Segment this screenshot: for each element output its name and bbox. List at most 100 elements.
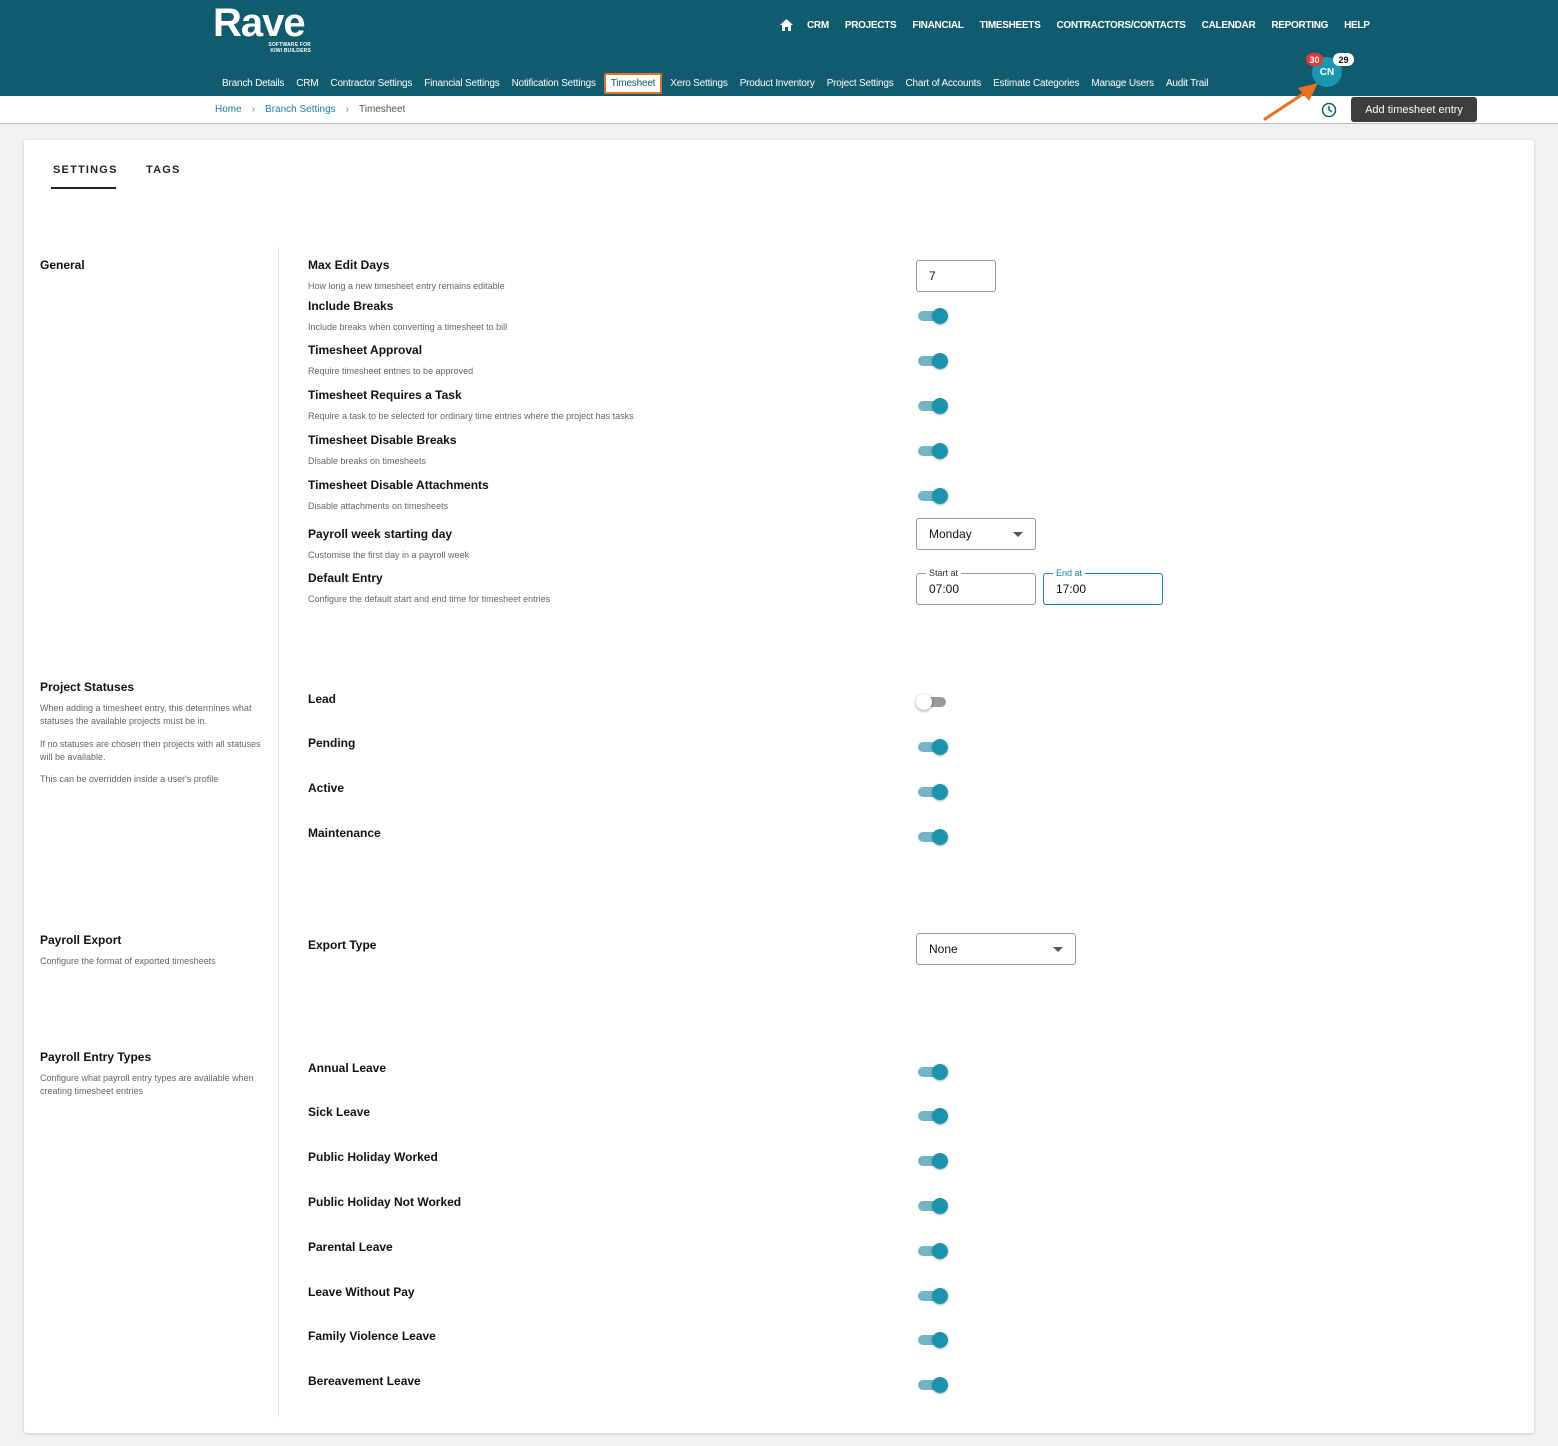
entry-bereavement-leave-toggle[interactable] xyxy=(918,1375,948,1395)
default-end-value: 17:00 xyxy=(1056,582,1087,596)
requires-task-label: Timesheet Requires a Task xyxy=(308,388,462,402)
payroll-export-desc: Configure the format of exported timeshe… xyxy=(40,956,216,966)
subnav-branch-details[interactable]: Branch Details xyxy=(216,78,290,89)
disable-breaks-desc: Disable breaks on timesheets xyxy=(308,456,427,466)
breadcrumb-separator: › xyxy=(345,104,349,115)
entry-annual-leave-toggle[interactable] xyxy=(918,1062,948,1082)
payroll-week-label: Payroll week starting day xyxy=(308,527,453,541)
entry-public-holiday-worked-label: Public Holiday Worked xyxy=(308,1150,438,1164)
export-type-label: Export Type xyxy=(308,938,377,952)
status-maintenance-label: Maintenance xyxy=(308,826,381,840)
status-lead-toggle[interactable] xyxy=(916,692,948,712)
settings-sub-nav: Branch Details CRM Contractor Settings F… xyxy=(216,72,1214,94)
logo-tagline-2: KIWI BUILDERS xyxy=(270,48,311,54)
max-edit-days-label: Max Edit Days xyxy=(308,258,390,272)
nav-projects[interactable]: PROJECTS xyxy=(845,20,897,31)
default-entry-label: Default Entry xyxy=(308,571,383,585)
breadcrumb: Home › Branch Settings › Timesheet xyxy=(215,104,405,115)
section-divider xyxy=(278,247,279,1417)
subnav-product-inventory[interactable]: Product Inventory xyxy=(734,78,821,89)
status-active-label: Active xyxy=(308,781,345,795)
section-title-payroll-export: Payroll Export xyxy=(40,933,122,947)
notification-badge-red[interactable]: 30 xyxy=(1306,53,1323,66)
subnav-financial-settings[interactable]: Financial Settings xyxy=(418,78,505,89)
subnav-xero-settings[interactable]: Xero Settings xyxy=(664,78,733,89)
subnav-notification-settings[interactable]: Notification Settings xyxy=(506,78,602,89)
subnav-project-settings[interactable]: Project Settings xyxy=(821,78,900,89)
max-edit-days-input[interactable]: 7 xyxy=(916,260,996,292)
top-header: Rave SOFTWARE FOR KIWI BUILDERS CRM PROJ… xyxy=(0,0,1558,96)
tab-settings[interactable]: SETTINGS xyxy=(53,164,118,176)
annotation-arrow-icon xyxy=(1263,83,1318,121)
subnav-timesheet[interactable]: Timesheet xyxy=(603,72,663,94)
default-start-value: 07:00 xyxy=(929,582,960,596)
section-title-general: General xyxy=(40,258,85,272)
subnav-crm[interactable]: CRM xyxy=(290,78,324,89)
subnav-chart-of-accounts[interactable]: Chart of Accounts xyxy=(900,78,988,89)
rave-logo[interactable]: Rave SOFTWARE FOR KIWI BUILDERS xyxy=(213,1,311,54)
breadcrumb-branch-settings[interactable]: Branch Settings xyxy=(265,104,336,115)
requires-task-toggle[interactable] xyxy=(918,396,948,416)
subnav-audit-trail[interactable]: Audit Trail xyxy=(1160,78,1214,89)
requires-task-desc: Require a task to be selected for ordina… xyxy=(308,411,634,421)
breadcrumb-separator: › xyxy=(251,104,256,115)
payroll-week-value: Monday xyxy=(929,527,972,541)
breadcrumb-current: Timesheet xyxy=(358,104,406,115)
include-breaks-desc: Include breaks when converting a timeshe… xyxy=(308,322,508,332)
home-icon[interactable] xyxy=(780,19,793,31)
include-breaks-toggle[interactable] xyxy=(918,306,948,326)
settings-card: SETTINGS TAGS General Max Edit Days How … xyxy=(24,140,1534,1433)
section-title-payroll-entry-types: Payroll Entry Types xyxy=(40,1050,152,1064)
status-active-toggle[interactable] xyxy=(918,782,948,802)
nav-timesheets[interactable]: TIMESHEETS xyxy=(980,20,1041,31)
project-statuses-desc-3: This can be overridden inside a user's p… xyxy=(40,774,219,784)
timesheet-approval-toggle[interactable] xyxy=(918,351,948,371)
entry-public-holiday-not-worked-label: Public Holiday Not Worked xyxy=(308,1195,462,1209)
nav-financial[interactable]: FINANCIAL xyxy=(912,20,963,31)
entry-family-violence-leave-label: Family Violence Leave xyxy=(308,1329,436,1343)
disable-attachments-toggle[interactable] xyxy=(918,486,948,506)
nav-calendar[interactable]: CALENDAR xyxy=(1202,20,1256,31)
subnav-contractor-settings[interactable]: Contractor Settings xyxy=(324,78,418,89)
subnav-estimate-categories[interactable]: Estimate Categories xyxy=(987,78,1085,89)
disable-attachments-desc: Disable attachments on timesheets xyxy=(308,501,449,511)
subnav-manage-users[interactable]: Manage Users xyxy=(1085,78,1160,89)
entry-public-holiday-worked-toggle[interactable] xyxy=(918,1151,948,1171)
disable-breaks-toggle[interactable] xyxy=(918,441,948,461)
entry-bereavement-leave-label: Bereavement Leave xyxy=(308,1374,421,1388)
breadcrumb-home[interactable]: Home xyxy=(215,104,242,115)
entry-sick-leave-toggle[interactable] xyxy=(918,1106,948,1126)
entry-parental-leave-toggle[interactable] xyxy=(918,1241,948,1261)
logo-wordmark: Rave xyxy=(213,1,306,45)
nav-contractors-contacts[interactable]: CONTRACTORS/CONTACTS xyxy=(1056,20,1185,31)
status-maintenance-toggle[interactable] xyxy=(918,827,948,847)
disable-attachments-label: Timesheet Disable Attachments xyxy=(308,478,489,492)
logo-tagline: SOFTWARE FOR KIWI BUILDERS xyxy=(263,42,311,54)
default-end-label: End at xyxy=(1053,567,1086,579)
active-tab-indicator xyxy=(51,187,116,189)
default-end-input[interactable]: End at 17:00 xyxy=(1043,567,1163,605)
export-type-select[interactable]: None xyxy=(916,933,1076,965)
payroll-week-select[interactable]: Monday xyxy=(916,518,1036,550)
entry-annual-leave-label: Annual Leave xyxy=(308,1061,387,1075)
add-timesheet-entry-button[interactable]: Add timesheet entry xyxy=(1351,97,1477,122)
nav-help[interactable]: HELP xyxy=(1344,20,1370,31)
project-statuses-desc-2: If no statuses are chosen then projects … xyxy=(40,739,261,762)
max-edit-days-desc: How long a new timesheet entry remains e… xyxy=(308,281,505,291)
payroll-week-desc: Customise the first day in a payroll wee… xyxy=(308,550,470,560)
include-breaks-label: Include Breaks xyxy=(308,299,394,313)
entry-leave-without-pay-label: Leave Without Pay xyxy=(308,1285,415,1299)
status-pending-toggle[interactable] xyxy=(918,737,948,757)
payroll-entry-types-desc: Configure what payroll entry types are a… xyxy=(40,1073,254,1096)
timesheet-approval-desc: Require timesheet entries to be approved xyxy=(308,366,474,376)
nav-crm[interactable]: CRM xyxy=(807,20,829,31)
notification-badge-white[interactable]: 29 xyxy=(1333,53,1354,66)
entry-family-violence-leave-toggle[interactable] xyxy=(918,1330,948,1350)
entry-leave-without-pay-toggle[interactable] xyxy=(918,1286,948,1306)
default-start-input[interactable]: Start at 07:00 xyxy=(916,567,1036,605)
entry-public-holiday-not-worked-toggle[interactable] xyxy=(918,1196,948,1216)
timesheet-approval-label: Timesheet Approval xyxy=(308,343,423,357)
nav-reporting[interactable]: REPORTING xyxy=(1271,20,1328,31)
clock-icon[interactable] xyxy=(1321,102,1337,118)
tab-tags[interactable]: TAGS xyxy=(146,164,181,176)
